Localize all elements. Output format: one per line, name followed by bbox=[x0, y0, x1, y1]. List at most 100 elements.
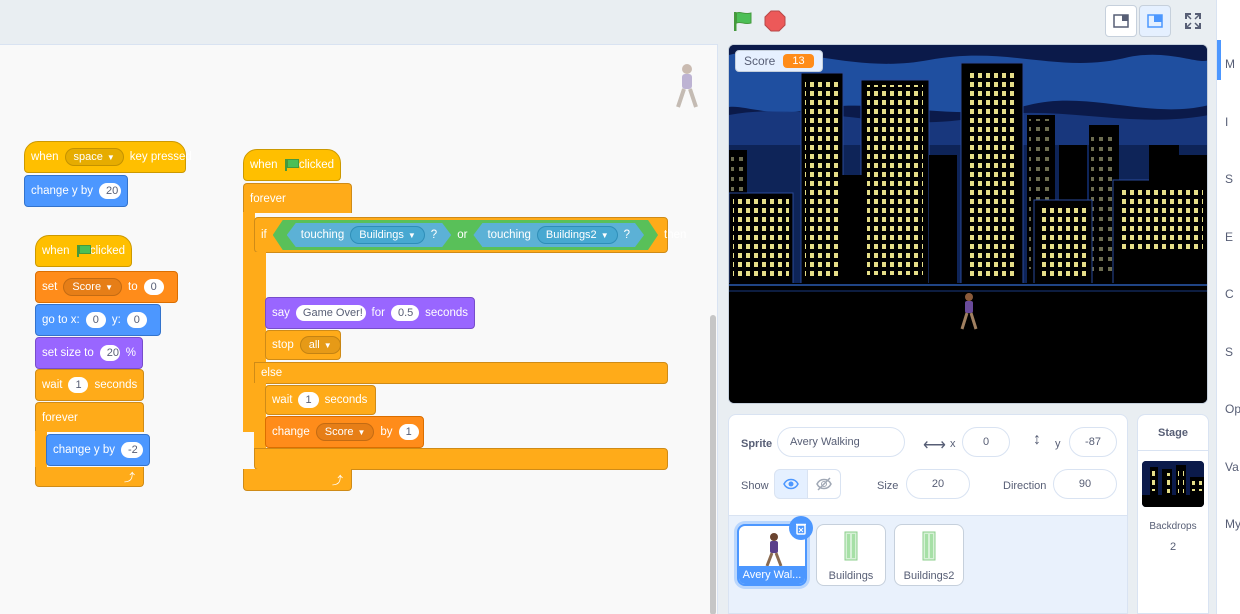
block-text: when bbox=[31, 151, 59, 163]
stop-block[interactable]: stop all ▼ bbox=[265, 330, 341, 360]
block-text: wait bbox=[42, 379, 63, 391]
edge-tab[interactable]: Op bbox=[1225, 402, 1240, 416]
delete-sprite-button[interactable] bbox=[789, 516, 813, 540]
say-text-input[interactable]: Game Over! bbox=[295, 305, 366, 321]
block-text: change y by bbox=[31, 185, 94, 197]
show-hidden-button[interactable] bbox=[807, 469, 841, 499]
backdrop-thumbnail-icon bbox=[1142, 461, 1204, 507]
edge-tab[interactable]: I bbox=[1225, 115, 1228, 129]
direction-field[interactable]: 90 bbox=[1053, 469, 1117, 499]
wait-block[interactable]: wait 1 seconds bbox=[35, 369, 144, 401]
block-text: touching bbox=[300, 229, 345, 241]
block-text: clicked bbox=[89, 245, 125, 257]
when-flag-clicked-block[interactable]: when clicked bbox=[243, 149, 341, 181]
fullscreen-icon bbox=[1185, 13, 1201, 29]
block-text: then bbox=[664, 229, 687, 241]
block-text: to bbox=[128, 281, 138, 293]
or-operator[interactable]: touching Buildings ▼ ? or touching Buildi… bbox=[273, 220, 658, 250]
forever-block[interactable]: forever bbox=[35, 402, 144, 432]
sprite-name-field[interactable]: Avery Walking bbox=[777, 427, 905, 457]
stop-sign-icon[interactable] bbox=[764, 10, 786, 32]
if-else-block[interactable]: if touching Buildings ▼ ? or touching Bui… bbox=[254, 217, 686, 253]
stage-pane-title: Stage bbox=[1138, 415, 1208, 451]
edge-tab[interactable]: E bbox=[1225, 230, 1233, 244]
show-visible-button[interactable] bbox=[774, 469, 808, 499]
block-text: if bbox=[261, 229, 267, 241]
change-y-block[interactable]: change y by -2 bbox=[46, 434, 150, 466]
wait-block[interactable]: wait 1 seconds bbox=[265, 385, 376, 415]
block-text: forever bbox=[250, 192, 286, 205]
y-input[interactable]: 0 bbox=[126, 312, 147, 328]
when-flag-clicked-block[interactable]: when clicked bbox=[35, 235, 132, 267]
block-text: ? bbox=[623, 229, 631, 241]
edge-tab[interactable]: My bbox=[1225, 517, 1240, 531]
block-text: ? bbox=[430, 229, 438, 241]
sprite-ghost-icon bbox=[672, 63, 702, 113]
go-to-xy-block[interactable]: go to x: 0 y: 0 bbox=[35, 304, 161, 336]
block-text: change y by bbox=[53, 444, 116, 456]
key-dropdown[interactable]: space ▼ bbox=[64, 148, 124, 166]
say-secs-input[interactable]: 0.5 bbox=[390, 305, 420, 321]
block-text: forever bbox=[42, 411, 78, 424]
forever-block[interactable]: forever bbox=[243, 183, 352, 213]
change-y-input[interactable]: 20 bbox=[99, 183, 121, 199]
block-text: else bbox=[261, 367, 283, 379]
monitor-value: 13 bbox=[783, 54, 814, 68]
touching-block[interactable]: touching Buildings ▼ ? bbox=[287, 223, 451, 247]
eye-slash-icon bbox=[816, 477, 832, 491]
fullscreen-button[interactable] bbox=[1177, 5, 1209, 37]
stop-dropdown[interactable]: all ▼ bbox=[299, 336, 341, 354]
size-input[interactable]: 20 bbox=[99, 345, 120, 361]
edge-tab[interactable]: M bbox=[1225, 57, 1235, 71]
forever-bottom: ⤴ bbox=[35, 467, 144, 487]
block-text: change bbox=[272, 426, 310, 438]
x-field[interactable]: 0 bbox=[962, 427, 1010, 457]
editor-top-bar bbox=[0, 0, 718, 44]
variable-dropdown[interactable]: Score ▼ bbox=[315, 423, 375, 441]
set-size-block[interactable]: set size to 20 % bbox=[35, 337, 143, 369]
wait-input[interactable]: 1 bbox=[68, 377, 89, 393]
forever-bottom: ⤴ bbox=[243, 469, 352, 491]
wait-input[interactable]: 1 bbox=[298, 392, 319, 408]
change-y-block[interactable]: change y by 20 bbox=[24, 175, 128, 207]
touching-block[interactable]: touching Buildings2 ▼ ? bbox=[473, 223, 644, 247]
size-field[interactable]: 20 bbox=[906, 469, 970, 499]
change-variable-block[interactable]: change Score ▼ by 1 bbox=[265, 416, 424, 448]
change-value-input[interactable]: 1 bbox=[398, 424, 419, 440]
touching-dropdown[interactable]: Buildings ▼ bbox=[350, 226, 425, 244]
block-text: key pressed bbox=[129, 151, 192, 163]
sprite-name: Buildings2 bbox=[903, 570, 955, 582]
script-area[interactable]: when space ▼ key pressed change y by 20 w… bbox=[0, 44, 718, 614]
set-value-input[interactable]: 0 bbox=[143, 279, 164, 295]
set-variable-block[interactable]: set Score ▼ to 0 bbox=[35, 271, 178, 303]
edge-tab[interactable]: Va bbox=[1225, 460, 1239, 474]
edge-tab[interactable]: S bbox=[1225, 172, 1233, 186]
touching-dropdown[interactable]: Buildings2 ▼ bbox=[537, 226, 618, 244]
y-field[interactable]: -87 bbox=[1069, 427, 1117, 457]
if-else-bottom bbox=[254, 448, 668, 470]
x-input[interactable]: 0 bbox=[85, 312, 106, 328]
block-text: wait bbox=[272, 394, 293, 406]
say-for-secs-block[interactable]: say Game Over! for 0.5 seconds bbox=[265, 297, 475, 329]
block-text: for bbox=[371, 307, 385, 319]
stage-selector[interactable]: Stage Backdrops 2 bbox=[1137, 414, 1209, 614]
block-text: when bbox=[42, 245, 70, 257]
sprite-tile-buildings[interactable]: Buildings bbox=[816, 524, 886, 586]
edge-tab[interactable]: C bbox=[1225, 287, 1234, 301]
eye-icon bbox=[783, 478, 799, 490]
avery-thumbnail-icon bbox=[765, 533, 783, 567]
small-stage-button[interactable] bbox=[1105, 5, 1137, 37]
backdrops-count: 2 bbox=[1169, 541, 1177, 553]
change-y-input[interactable]: -2 bbox=[121, 442, 143, 458]
variable-dropdown[interactable]: Score ▼ bbox=[63, 278, 123, 296]
stage-canvas[interactable]: Score 13 bbox=[728, 44, 1208, 404]
when-key-pressed-block[interactable]: when space ▼ key pressed bbox=[24, 141, 192, 173]
edge-tab[interactable]: S bbox=[1225, 345, 1233, 359]
score-monitor[interactable]: Score 13 bbox=[735, 50, 823, 72]
sprite-tile-buildings2[interactable]: Buildings2 bbox=[894, 524, 964, 586]
green-flag-icon[interactable] bbox=[731, 10, 755, 32]
normal-stage-button[interactable] bbox=[1139, 5, 1171, 37]
vertical-scrollbar[interactable] bbox=[710, 315, 716, 614]
block-text: when bbox=[250, 159, 278, 171]
y-label: y bbox=[1055, 438, 1061, 450]
